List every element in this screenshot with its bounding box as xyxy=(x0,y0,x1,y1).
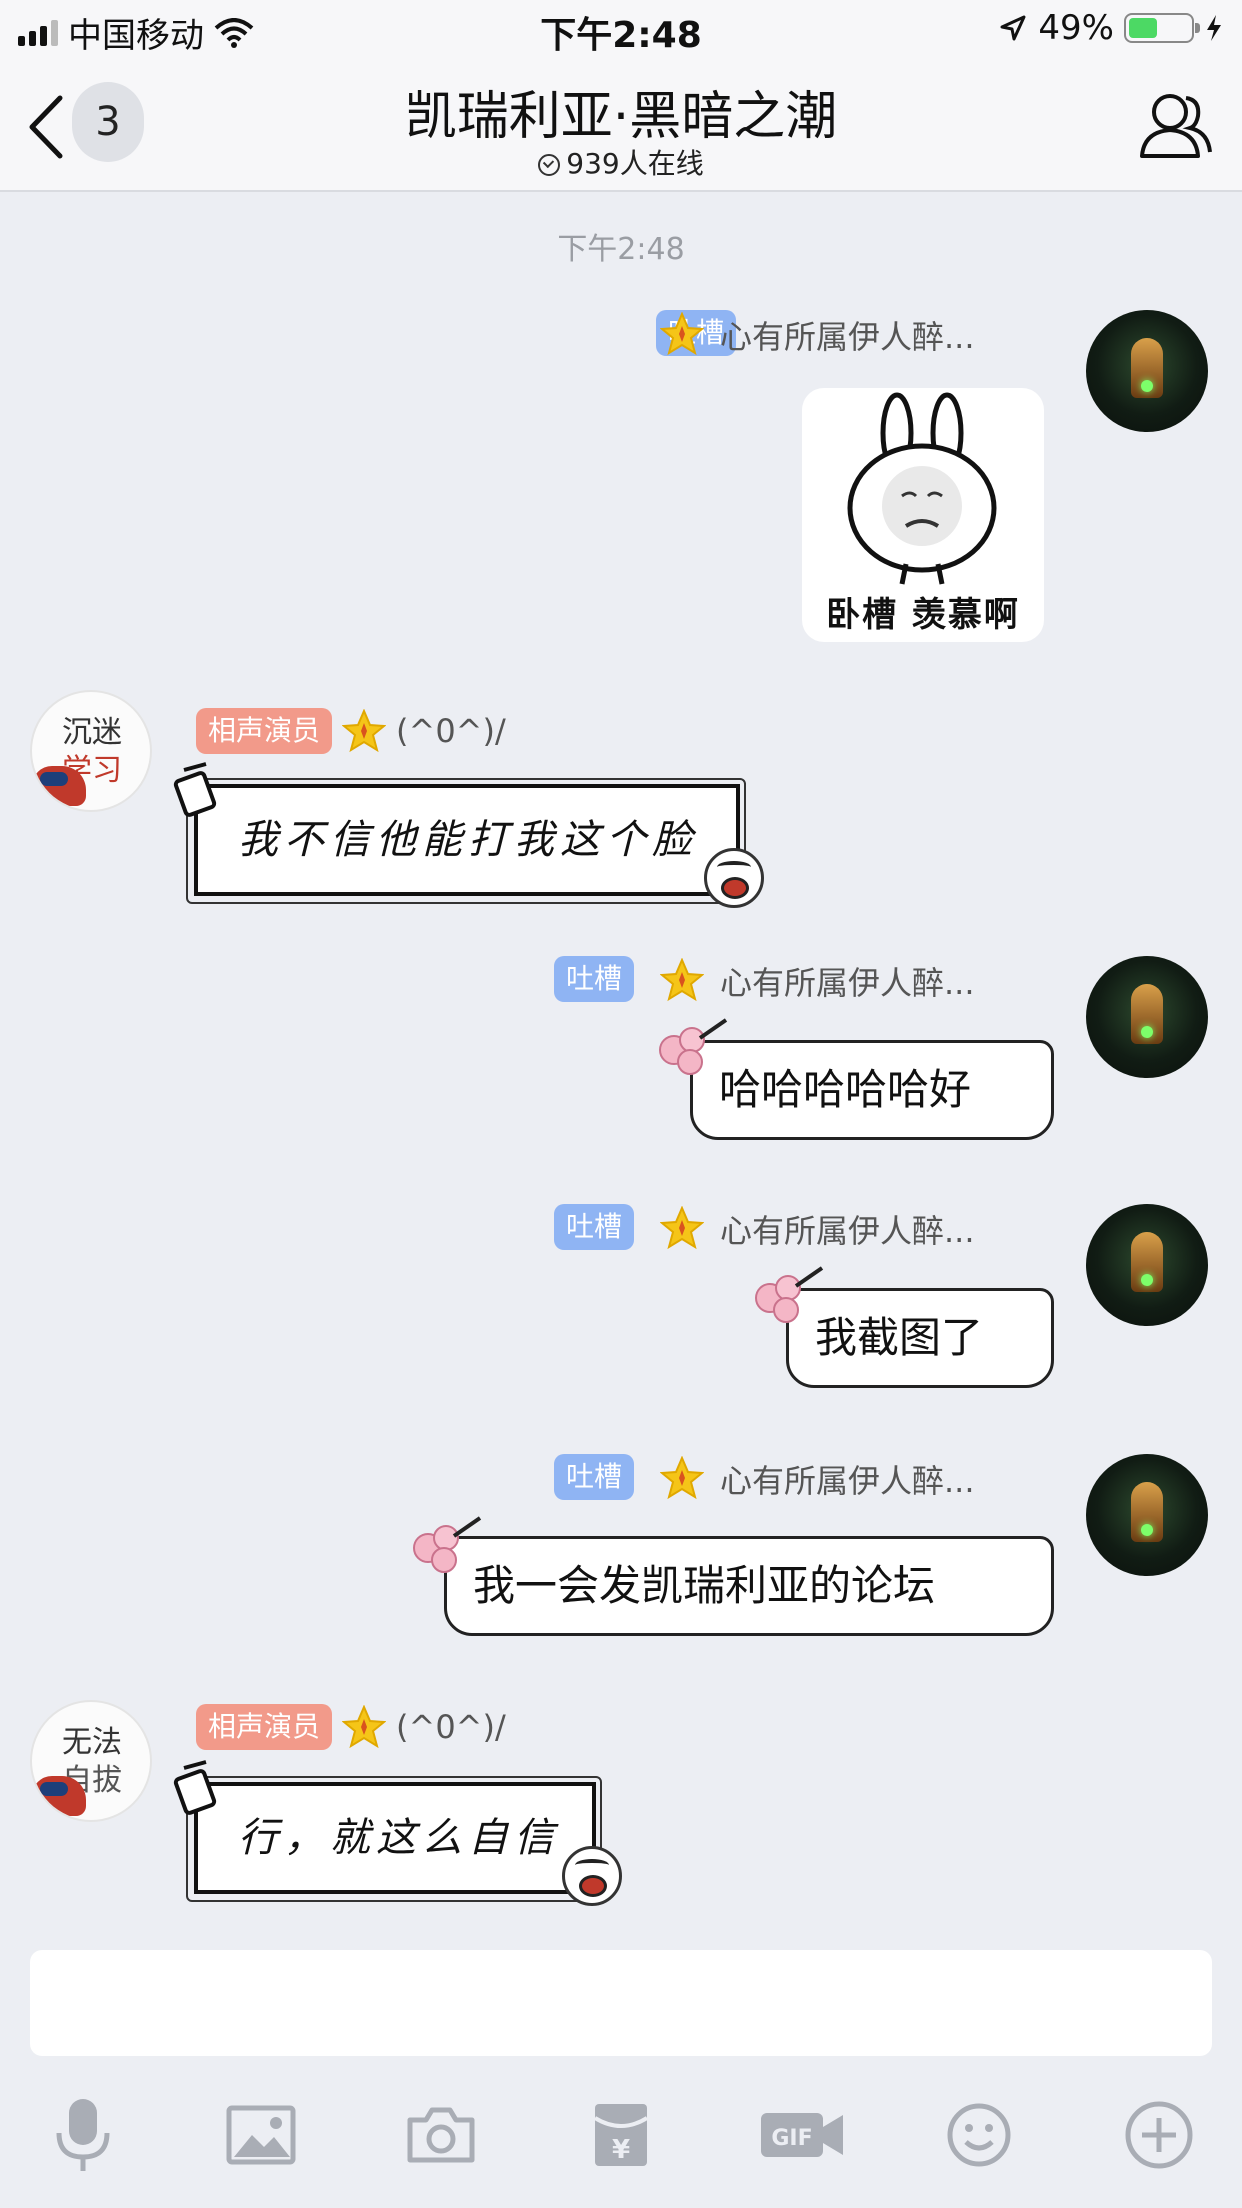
sender-name[interactable]: 心有所属伊人醉... xyxy=(720,1204,975,1254)
gif-label: GIF xyxy=(771,2126,812,2151)
camera-button[interactable] xyxy=(396,2090,486,2180)
plus-icon xyxy=(1125,2101,1193,2169)
avatar[interactable] xyxy=(1086,1454,1208,1576)
chevron-down-icon xyxy=(538,154,561,176)
star-badge-icon xyxy=(660,1456,704,1500)
status-right: 49% xyxy=(998,8,1224,48)
emoji-button[interactable] xyxy=(934,2090,1024,2180)
avatar[interactable] xyxy=(1086,1204,1208,1326)
gif-button[interactable]: GIF xyxy=(752,2090,852,2180)
member-tag: 吐槽 xyxy=(554,1454,635,1500)
member-tag: 吐槽 xyxy=(554,1204,635,1250)
avatar-text-line: 沉迷 xyxy=(62,715,122,750)
sticker-message[interactable]: 卧槽 羡慕啊 xyxy=(802,388,1044,642)
member-tag: 相声演员 xyxy=(196,1704,333,1750)
image-button[interactable] xyxy=(216,2090,306,2180)
sender-name-label[interactable]: (^0^)/ xyxy=(396,1708,506,1746)
online-count[interactable]: 939人在线 xyxy=(0,142,1242,182)
sticker-caption: 卧槽 羡慕啊 xyxy=(826,595,1020,635)
nav-bar: 3 凯瑞利亚·黑暗之潮 939人在线 xyxy=(0,60,1242,192)
status-bar: 中国移动 下午2:48 49% xyxy=(0,0,1242,60)
emoji-icon xyxy=(947,2103,1011,2167)
message-bubble[interactable]: 我不信他能打我这个脸 xyxy=(186,778,746,904)
message-bubble[interactable]: 我截图了 xyxy=(786,1288,1054,1388)
charging-bolt-icon xyxy=(1207,15,1221,41)
avatar[interactable]: 沉迷 学习 xyxy=(30,690,152,812)
sender-name-label: 心有所属伊人醉... xyxy=(720,1462,975,1500)
microphone-icon xyxy=(56,2099,110,2171)
sender-name[interactable]: 心有所属伊人醉... xyxy=(720,956,975,1006)
star-badge-icon xyxy=(660,1206,704,1250)
more-button[interactable] xyxy=(1114,2090,1204,2180)
image-icon xyxy=(226,2105,296,2165)
voice-button[interactable] xyxy=(38,2090,128,2180)
avatar-text-line: 无法 xyxy=(62,1725,122,1760)
sender-name-label: 心有所属伊人醉... xyxy=(720,318,975,356)
cup-icon xyxy=(173,1760,217,1815)
group-members-icon[interactable] xyxy=(1138,90,1214,160)
camera-icon xyxy=(407,2107,475,2163)
star-badge-icon xyxy=(660,312,704,356)
flower-decoration-icon xyxy=(755,1266,824,1323)
message-bubble[interactable]: 我一会发凯瑞利亚的论坛 xyxy=(444,1536,1054,1636)
input-toolbar: ¥ GIF xyxy=(0,2090,1242,2190)
member-tag: 吐槽 xyxy=(554,956,635,1002)
rage-face-icon xyxy=(704,848,764,908)
message-input[interactable] xyxy=(30,1950,1212,2056)
avatar[interactable] xyxy=(1086,310,1208,432)
rage-face-icon xyxy=(562,1846,622,1906)
cup-icon xyxy=(173,762,217,817)
message-bubble[interactable]: 哈哈哈哈哈好 xyxy=(690,1040,1054,1140)
battery-fill xyxy=(1129,18,1158,38)
sender-name[interactable]: 心有所属伊人醉... xyxy=(720,1454,975,1504)
sender-name-label[interactable]: (^0^)/ xyxy=(396,712,506,750)
flower-decoration-icon xyxy=(659,1018,728,1075)
avatar[interactable]: 无法 自拔 xyxy=(30,1700,152,1822)
spiderman-icon xyxy=(32,1776,86,1816)
star-badge-icon xyxy=(342,709,387,753)
online-count-label: 939人在线 xyxy=(566,147,704,180)
gif-icon: GIF xyxy=(761,2113,843,2157)
location-arrow-icon xyxy=(1000,15,1026,41)
spiderman-icon xyxy=(32,766,86,806)
message-bubble[interactable]: 行，就这么自信 xyxy=(186,1776,602,1902)
sender-name-label: 心有所属伊人醉... xyxy=(720,964,975,1002)
red-packet-icon: ¥ xyxy=(593,2104,649,2166)
sender-meta: 相声演员 (^0^)/ xyxy=(196,706,506,756)
red-packet-button[interactable]: ¥ xyxy=(576,2090,666,2180)
flower-decoration-icon xyxy=(413,1516,482,1573)
battery-percent: 49% xyxy=(1038,8,1114,48)
chat-timestamp: 下午2:48 xyxy=(557,232,685,267)
page-title[interactable]: 凯瑞利亚·黑暗之潮 xyxy=(0,74,1242,149)
sender-meta: 相声演员 (^0^)/ xyxy=(196,1702,506,1752)
star-badge-icon xyxy=(660,958,704,1002)
battery-icon xyxy=(1124,13,1200,43)
rabbit-face-sticker-icon xyxy=(847,392,997,585)
avatar[interactable] xyxy=(1086,956,1208,1078)
star-badge-icon xyxy=(342,1705,387,1749)
sender-name[interactable]: 心有所属伊人醉... xyxy=(720,310,975,360)
sender-name-label: 心有所属伊人醉... xyxy=(720,1212,975,1250)
red-packet-symbol: ¥ xyxy=(612,2135,630,2165)
member-tag: 相声演员 xyxy=(196,708,333,754)
